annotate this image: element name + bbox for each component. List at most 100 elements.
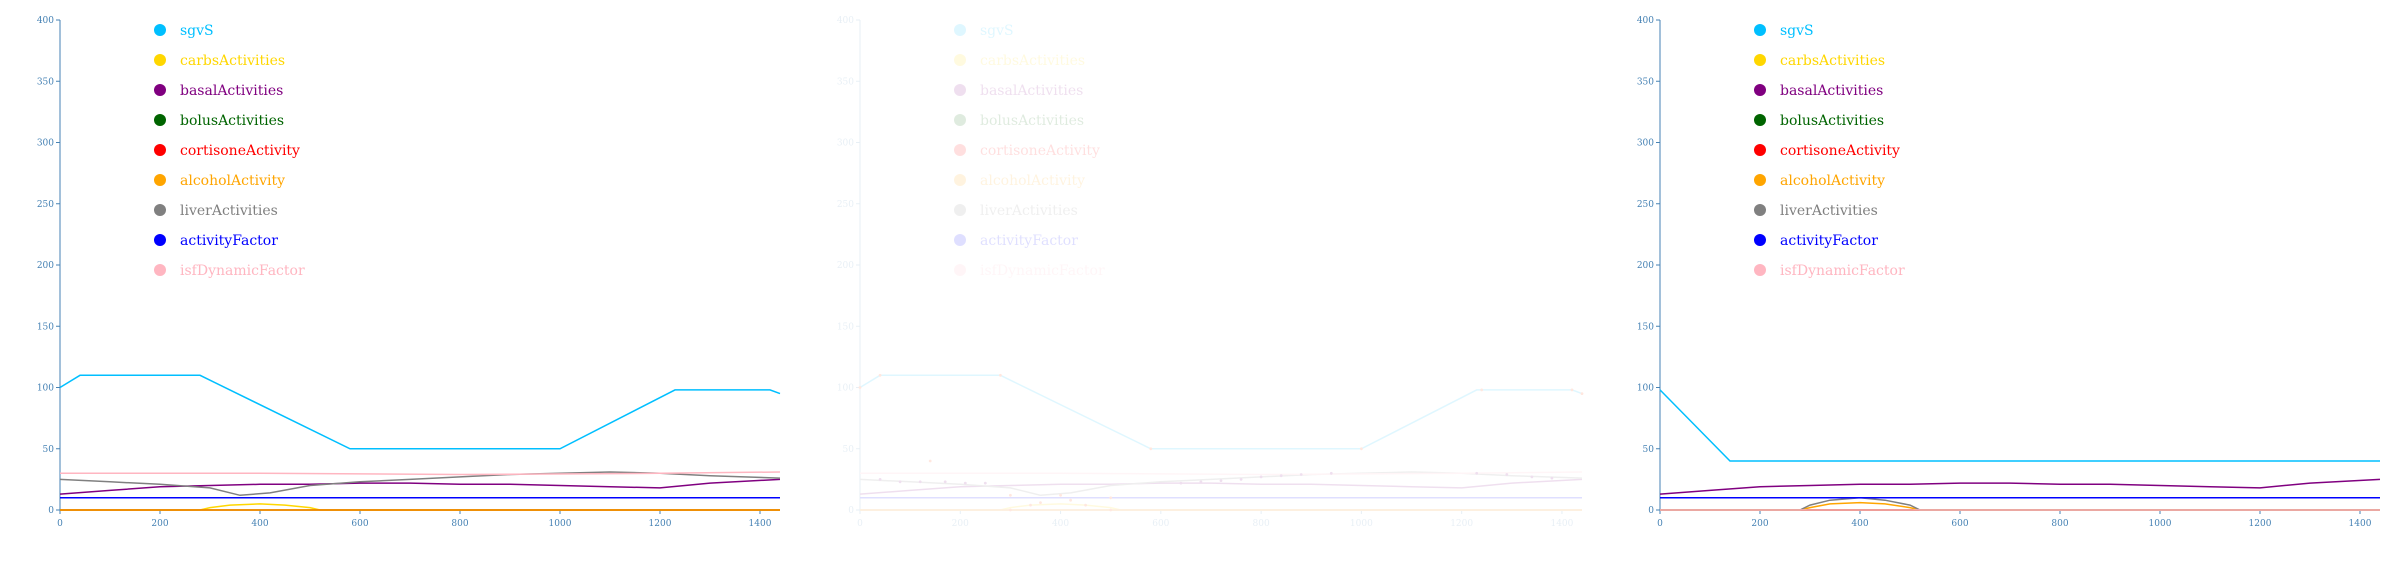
- legend-label-carbsActivities: carbsActivities: [980, 53, 1085, 69]
- x-tick-label: 1400: [749, 519, 772, 529]
- x-tick-label: 1000: [2149, 519, 2172, 529]
- series-lines: [859, 374, 1583, 511]
- legend-marker-alcoholActivity: [154, 174, 166, 186]
- y-tick-label: 0: [48, 506, 54, 516]
- legend-label-cortisoneActivity: cortisoneActivity: [980, 143, 1100, 159]
- overlay-point: [1109, 496, 1113, 500]
- overlay-point: [1475, 471, 1479, 475]
- legend-marker-sgvS: [954, 24, 966, 36]
- chart-panel-2: 0 50 100 150 200 250 300 350 400 0 200 400 600 800 100…: [837, 16, 1584, 529]
- legend-marker-carbsActivities: [1754, 54, 1766, 66]
- y-tick-label: 50: [43, 445, 55, 455]
- legend-label-sgvS: sgvS: [1780, 23, 1814, 39]
- legend-marker-cortisoneActivity: [954, 144, 966, 156]
- overlay-point: [1259, 475, 1263, 479]
- legend-label-basalActivities: basalActivities: [980, 83, 1083, 99]
- y-tick-label: 200: [37, 261, 54, 271]
- overlay-point: [1279, 474, 1283, 478]
- overlay-point: [943, 480, 947, 484]
- x-tick-label: 1000: [1350, 519, 1373, 529]
- x-tick-label: 200: [1751, 519, 1768, 529]
- legend-label-sgvS: sgvS: [180, 23, 214, 39]
- overlay-point: [1009, 508, 1012, 512]
- y-tick-label: 200: [1637, 261, 1654, 271]
- overlay-point: [1069, 498, 1072, 502]
- legend-marker-bolusActivities: [954, 114, 966, 126]
- legend-label-activityFactor: activityFactor: [1780, 233, 1878, 249]
- y-tick-label: 0: [848, 506, 854, 516]
- legend: sgvS carbsActivities basalActivities bolusA…: [1754, 23, 1905, 279]
- legend-label-liverActivities: liverActivities: [980, 203, 1078, 219]
- y-tick-label: 50: [1643, 445, 1655, 455]
- legend-label-alcoholActivity: alcoholActivity: [1780, 173, 1885, 189]
- x-tick-label: 0: [857, 519, 863, 529]
- y-tick-label: 150: [1637, 322, 1654, 332]
- series-lines: [1659, 389, 2381, 511]
- y-tick-label: 350: [837, 77, 854, 87]
- overlay-point: [1149, 447, 1153, 451]
- x-tick-label: 1200: [2249, 519, 2272, 529]
- overlay-point: [1039, 501, 1042, 504]
- x-tick-label: 200: [151, 519, 168, 529]
- overlay-point: [1199, 480, 1203, 484]
- legend-label-sgvS: sgvS: [980, 23, 1014, 39]
- series-line-carbsActivities: [860, 503, 1582, 511]
- overlay-point: [1329, 471, 1333, 475]
- legend-marker-cortisoneActivity: [1754, 144, 1766, 156]
- overlay-point: [983, 481, 987, 485]
- legend-marker-cortisoneActivity: [154, 144, 166, 156]
- x-tick-label: 1000: [549, 519, 572, 529]
- legend-label-bolusActivities: bolusActivities: [1780, 113, 1884, 129]
- chart-panel-3: 0 50 100 150 200 250 300 350 400 0 200 400 600 800 100…: [1637, 16, 2381, 529]
- legend-label-isfDynamicFactor: isfDynamicFactor: [1780, 263, 1905, 279]
- legend-label-liverActivities: liverActivities: [180, 203, 278, 219]
- overlay-point: [1505, 473, 1509, 476]
- y-tick-label: 100: [837, 384, 854, 394]
- legend-marker-sgvS: [154, 24, 166, 36]
- legend-marker-bolusActivities: [154, 114, 166, 126]
- overlay-point: [1360, 447, 1363, 451]
- x-tick-label: 600: [1951, 519, 1968, 529]
- series-lines: [59, 374, 781, 511]
- series-line-liverActivities: [1660, 497, 2380, 511]
- x-tick-label: 800: [2051, 519, 2068, 529]
- legend-marker-basalActivities: [154, 84, 166, 96]
- y-tick-label: 250: [1637, 200, 1654, 210]
- y-tick-label: 350: [1637, 77, 1654, 87]
- overlay-point: [1299, 473, 1303, 476]
- legend-marker-isfDynamicFactor: [154, 264, 166, 276]
- y-tick-label: 300: [37, 139, 54, 149]
- legend-marker-activityFactor: [154, 234, 166, 246]
- y-tick-label: 400: [37, 16, 54, 26]
- charts-canvas: 0 50 100 150 200 250 300 350 400 0 200 400 600 800 100…: [37, 16, 2381, 529]
- legend-label-activityFactor: activityFactor: [980, 233, 1078, 249]
- overlay-point: [999, 373, 1002, 377]
- legend-marker-isfDynamicFactor: [954, 264, 966, 276]
- y-tick-label: 400: [837, 16, 854, 26]
- overlay-point: [1580, 392, 1584, 395]
- legend-label-basalActivities: basalActivities: [180, 83, 283, 99]
- overlay-point: [1109, 508, 1113, 512]
- overlay-point: [1219, 479, 1223, 482]
- legend-label-isfDynamicFactor: isfDynamicFactor: [180, 263, 305, 279]
- x-tick-label: 800: [1253, 519, 1270, 529]
- legend-marker-sgvS: [1754, 24, 1766, 36]
- legend-label-activityFactor: activityFactor: [180, 233, 278, 249]
- x-tick-label: 1200: [1450, 519, 1473, 529]
- legend-marker-bolusActivities: [1754, 114, 1766, 126]
- series-line-carbsActivities: [60, 503, 780, 511]
- legend-marker-liverActivities: [154, 204, 166, 216]
- x-tick-label: 400: [1851, 519, 1868, 529]
- y-tick-label: 150: [837, 322, 854, 332]
- overlay-point: [1480, 388, 1484, 392]
- x-tick-label: 400: [1052, 519, 1069, 529]
- x-tick-label: 1200: [649, 519, 672, 529]
- x-tick-label: 800: [451, 519, 468, 529]
- x-tick-label: 200: [952, 519, 969, 529]
- legend-label-liverActivities: liverActivities: [1780, 203, 1878, 219]
- overlay-point: [1084, 503, 1087, 507]
- series-line-basalActivities: [1659, 478, 2381, 495]
- legend-marker-activityFactor: [954, 234, 966, 246]
- x-tick-label: 0: [1657, 519, 1663, 529]
- overlay-point: [1029, 503, 1032, 507]
